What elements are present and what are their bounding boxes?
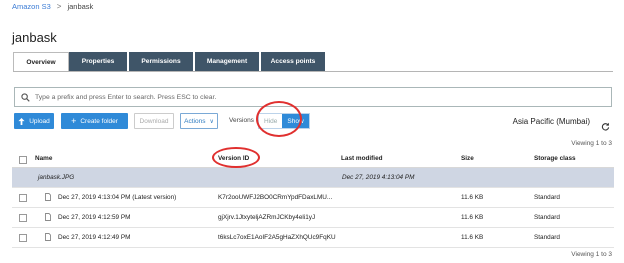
- search-input[interactable]: [35, 93, 595, 101]
- versions-toggle: Hide Show: [258, 113, 310, 129]
- version-id: t6ksLc7oxE1AoIF2A5gHaZXhQUc9FqKU: [218, 234, 336, 241]
- column-storage-class[interactable]: Storage class: [534, 155, 576, 162]
- breadcrumb-separator: >: [56, 2, 62, 11]
- tab-bar: Overview Properties Permissions Manageme…: [13, 52, 327, 71]
- tab-management[interactable]: Management: [195, 52, 261, 71]
- breadcrumb-root-link[interactable]: Amazon S3: [12, 2, 51, 11]
- tabs-divider: [13, 71, 613, 72]
- version-size: 11.6 KB: [461, 194, 484, 201]
- tab-access-points[interactable]: Access points: [261, 52, 327, 71]
- chevron-down-icon: ∨: [209, 118, 214, 125]
- download-button[interactable]: Download: [134, 113, 174, 129]
- table-header: Name Version ID Last modified Size Stora…: [12, 150, 614, 168]
- create-folder-button[interactable]: + Create folder: [61, 113, 128, 129]
- version-storage-class: Standard: [534, 194, 560, 201]
- object-group-row[interactable]: janbask.JPG Dec 27, 2019 4:13:04 PM: [12, 168, 614, 188]
- file-icon: [45, 193, 51, 203]
- search-box: [14, 87, 612, 107]
- viewing-count-top: Viewing 1 to 3: [571, 140, 612, 147]
- table-row[interactable]: Dec 27, 2019 4:12:49 PM t6ksLc7oxE1AoIF2…: [12, 228, 614, 248]
- column-name[interactable]: Name: [35, 155, 52, 162]
- object-name[interactable]: janbask.JPG: [38, 174, 74, 181]
- tab-properties[interactable]: Properties: [69, 52, 129, 71]
- tab-overview[interactable]: Overview: [13, 52, 69, 71]
- hide-versions-button[interactable]: Hide: [259, 114, 283, 128]
- table-row[interactable]: Dec 27, 2019 4:13:04 PM (Latest version)…: [12, 188, 614, 208]
- version-name[interactable]: Dec 27, 2019 4:13:04 PM (Latest version): [58, 194, 176, 201]
- create-folder-label: Create folder: [80, 117, 118, 125]
- file-icon: [45, 213, 51, 223]
- row-checkbox[interactable]: [19, 194, 27, 202]
- version-size: 11.6 KB: [461, 234, 484, 241]
- select-all-checkbox[interactable]: [19, 156, 27, 164]
- upload-icon: [18, 117, 25, 125]
- versions-table: Name Version ID Last modified Size Stora…: [12, 150, 614, 248]
- column-version-id[interactable]: Version ID: [218, 155, 249, 162]
- row-checkbox[interactable]: [19, 214, 27, 222]
- search-icon: [15, 92, 35, 102]
- column-last-modified[interactable]: Last modified: [341, 155, 383, 162]
- version-name[interactable]: Dec 27, 2019 4:12:59 PM: [58, 214, 130, 221]
- plus-icon: +: [71, 115, 77, 126]
- versions-label: Versions: [229, 117, 254, 124]
- column-size[interactable]: Size: [461, 155, 474, 162]
- version-size: 11.6 KB: [461, 214, 484, 221]
- toolbar: Upload + Create folder Download Actions …: [14, 113, 614, 131]
- version-name[interactable]: Dec 27, 2019 4:12:49 PM: [58, 234, 130, 241]
- upload-label: Upload: [29, 117, 50, 125]
- actions-dropdown[interactable]: Actions ∨: [180, 113, 218, 129]
- table-row[interactable]: Dec 27, 2019 4:12:59 PM gjXjrv.1Jtxytelj…: [12, 208, 614, 228]
- refresh-icon[interactable]: [601, 118, 610, 136]
- version-id: K7r2ooUWFJ2BO0CRmYpdFDaxLMU...: [218, 194, 333, 201]
- version-storage-class: Standard: [534, 214, 560, 221]
- viewing-count-bottom: Viewing 1 to 3: [571, 251, 612, 258]
- page-title: janbask: [12, 30, 57, 45]
- version-id: gjXjrv.1JtxyteljAZRmJCKby4eli1yJ: [218, 214, 316, 221]
- actions-label: Actions: [184, 117, 206, 125]
- show-versions-button[interactable]: Show: [282, 114, 309, 128]
- breadcrumb: Amazon S3 > janbask: [12, 2, 93, 11]
- row-checkbox[interactable]: [19, 234, 27, 242]
- breadcrumb-current: janbask: [67, 2, 94, 11]
- tab-permissions[interactable]: Permissions: [129, 52, 195, 71]
- object-last-modified: Dec 27, 2019 4:13:04 PM: [342, 174, 415, 181]
- region-label: Asia Pacific (Mumbai): [512, 117, 590, 126]
- upload-button[interactable]: Upload: [14, 113, 54, 129]
- file-icon: [45, 233, 51, 243]
- version-storage-class: Standard: [534, 234, 560, 241]
